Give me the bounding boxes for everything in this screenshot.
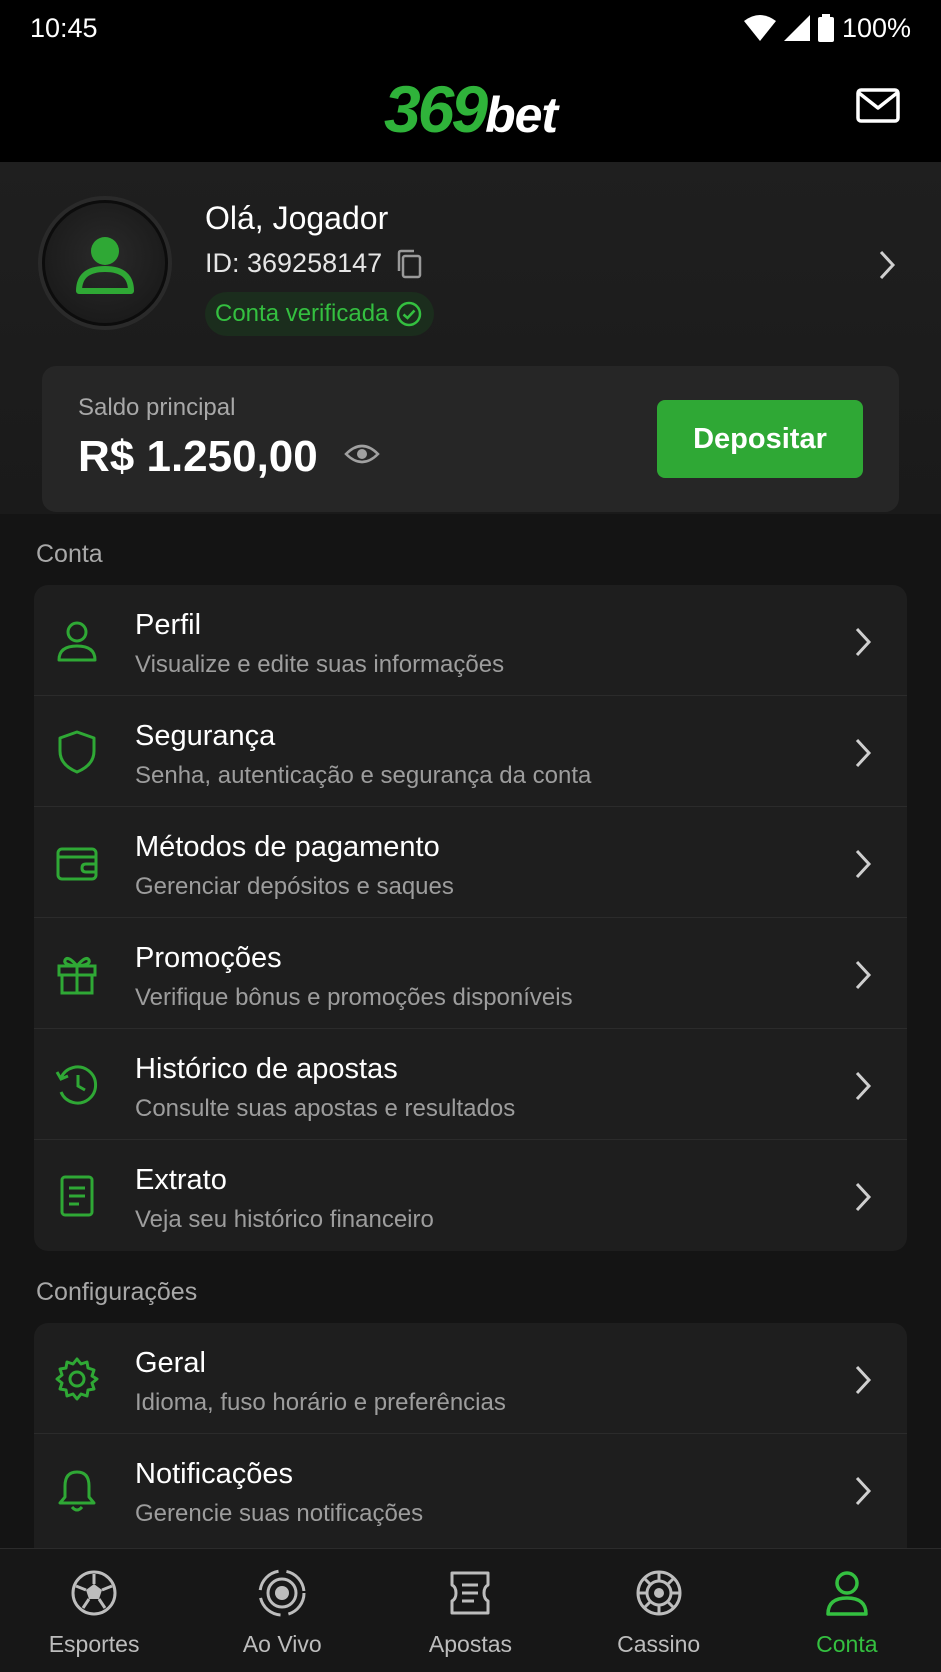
menu-label: Perfil — [135, 609, 202, 641]
menu-item-geral[interactable]: Geral Idioma, fuso horário e preferência… — [34, 1323, 907, 1434]
signal-icon — [783, 15, 810, 41]
chevron-right-icon — [855, 627, 872, 657]
menu-item-notificacoes[interactable]: Notificações Gerencie suas notificações — [34, 1434, 907, 1545]
history-icon — [55, 1065, 98, 1105]
user-id-row: ID: 369258147 — [205, 248, 422, 279]
balance-card: Saldo principal R$ 1.250,00 Depositar — [42, 366, 899, 512]
logo-number: 369 — [383, 72, 488, 146]
menu-subtitle: Visualize e edite suas informações — [135, 651, 505, 678]
menu-subtitle: Veja seu histórico financeiro — [135, 1206, 434, 1233]
chevron-right-icon — [855, 738, 872, 768]
nav-label: Conta — [816, 1631, 878, 1657]
menu-subtitle: Verifique bônus e promoções disponíveis — [135, 984, 573, 1011]
menu-subtitle: Consulte suas apostas e resultados — [135, 1095, 516, 1122]
gear-icon — [55, 1357, 99, 1401]
messages-button[interactable] — [855, 86, 901, 126]
menu-label: Geral — [135, 1347, 206, 1379]
menu-item-extrato[interactable]: Extrato Veja seu histórico financeiro — [34, 1140, 907, 1251]
section-title-settings: Configurações — [36, 1278, 198, 1306]
soccer-ball-icon — [71, 1570, 117, 1616]
wallet-icon — [56, 847, 98, 881]
menu-item-metodos-pagamento[interactable]: Métodos de pagamento Gerenciar depósitos… — [34, 807, 907, 918]
document-icon — [60, 1175, 94, 1217]
status-time: 10:45 — [30, 12, 98, 43]
logo-word: bet — [485, 87, 558, 143]
settings-menu: Geral Idioma, fuso horário e preferência… — [34, 1323, 907, 1553]
balance-label: Saldo principal — [78, 394, 236, 421]
menu-item-promocoes[interactable]: Promoções Verifique bônus e promoções di… — [34, 918, 907, 1029]
betslip-icon — [450, 1571, 490, 1615]
nav-item-esportes[interactable]: Esportes — [0, 1549, 188, 1672]
nav-item-ao-vivo[interactable]: Ao Vivo — [188, 1549, 376, 1672]
chevron-right-icon — [855, 1476, 872, 1506]
menu-item-historico-apostas[interactable]: Histórico de apostas Consulte suas apost… — [34, 1029, 907, 1140]
menu-subtitle: Gerencie suas notificações — [135, 1500, 424, 1527]
user-icon — [57, 621, 97, 662]
avatar[interactable] — [38, 196, 172, 330]
user-greeting: Olá, Jogador — [205, 200, 389, 236]
user-avatar-icon — [76, 237, 134, 294]
section-title-account: Conta — [36, 540, 103, 568]
nav-item-conta[interactable]: Conta — [753, 1549, 941, 1672]
verified-badge: Conta verificada — [205, 292, 435, 336]
app-header: 369 bet — [0, 56, 941, 162]
verified-label: Conta verificada — [215, 300, 389, 327]
chevron-right-icon — [855, 1071, 872, 1101]
shield-icon — [58, 730, 96, 774]
menu-subtitle: Senha, autenticação e segurança da conta — [135, 762, 592, 789]
menu-label: Segurança — [135, 720, 276, 752]
menu-label: Notificações — [135, 1458, 293, 1490]
nav-label: Esportes — [48, 1631, 140, 1657]
brand-logo[interactable]: 369 bet — [383, 71, 558, 147]
profile-section: Olá, Jogador ID: 369258147 Conta verific… — [0, 162, 941, 514]
menu-subtitle: Idioma, fuso horário e preferências — [135, 1389, 506, 1416]
battery-icon — [817, 14, 834, 42]
live-broadcast-icon — [258, 1569, 306, 1617]
check-circle-icon — [397, 301, 422, 327]
chevron-right-icon — [855, 849, 872, 879]
bell-icon — [58, 1470, 96, 1512]
status-bar: 10:45 100% — [0, 0, 941, 56]
menu-subtitle: Gerenciar depósitos e saques — [135, 873, 454, 900]
mail-icon — [856, 88, 900, 123]
menu-label: Extrato — [135, 1164, 227, 1196]
eye-icon[interactable] — [344, 442, 380, 466]
nav-label: Apostas — [428, 1631, 513, 1657]
chevron-right-icon — [855, 1365, 872, 1395]
menu-label: Histórico de apostas — [135, 1053, 398, 1085]
menu-label: Métodos de pagamento — [135, 831, 440, 863]
nav-label: Ao Vivo — [242, 1631, 322, 1657]
nav-item-apostas[interactable]: Apostas — [376, 1549, 564, 1672]
battery-level: 100% — [841, 12, 911, 43]
menu-item-seguranca[interactable]: Segurança Senha, autenticação e seguranç… — [34, 696, 907, 807]
chevron-right-icon — [855, 1182, 872, 1212]
menu-item-perfil[interactable]: Perfil Visualize e edite suas informaçõe… — [34, 585, 907, 696]
wifi-icon — [743, 15, 776, 41]
account-menu: Perfil Visualize e edite suas informaçõe… — [34, 585, 907, 1251]
copy-icon[interactable] — [396, 249, 422, 279]
deposit-button[interactable]: Depositar — [657, 400, 863, 478]
chevron-right-icon — [855, 960, 872, 990]
chevron-right-icon[interactable] — [877, 248, 897, 282]
bottom-nav: Esportes Ao Vivo Apostas Cassino Conta — [0, 1548, 941, 1672]
casino-chip-icon — [636, 1570, 682, 1616]
gift-icon — [57, 957, 97, 995]
nav-label: Cassino — [617, 1631, 701, 1657]
nav-item-cassino[interactable]: Cassino — [565, 1549, 753, 1672]
account-icon — [826, 1571, 868, 1616]
user-id: ID: 369258147 — [205, 248, 383, 278]
menu-label: Promoções — [135, 942, 282, 974]
balance-value: R$ 1.250,00 — [78, 432, 318, 481]
